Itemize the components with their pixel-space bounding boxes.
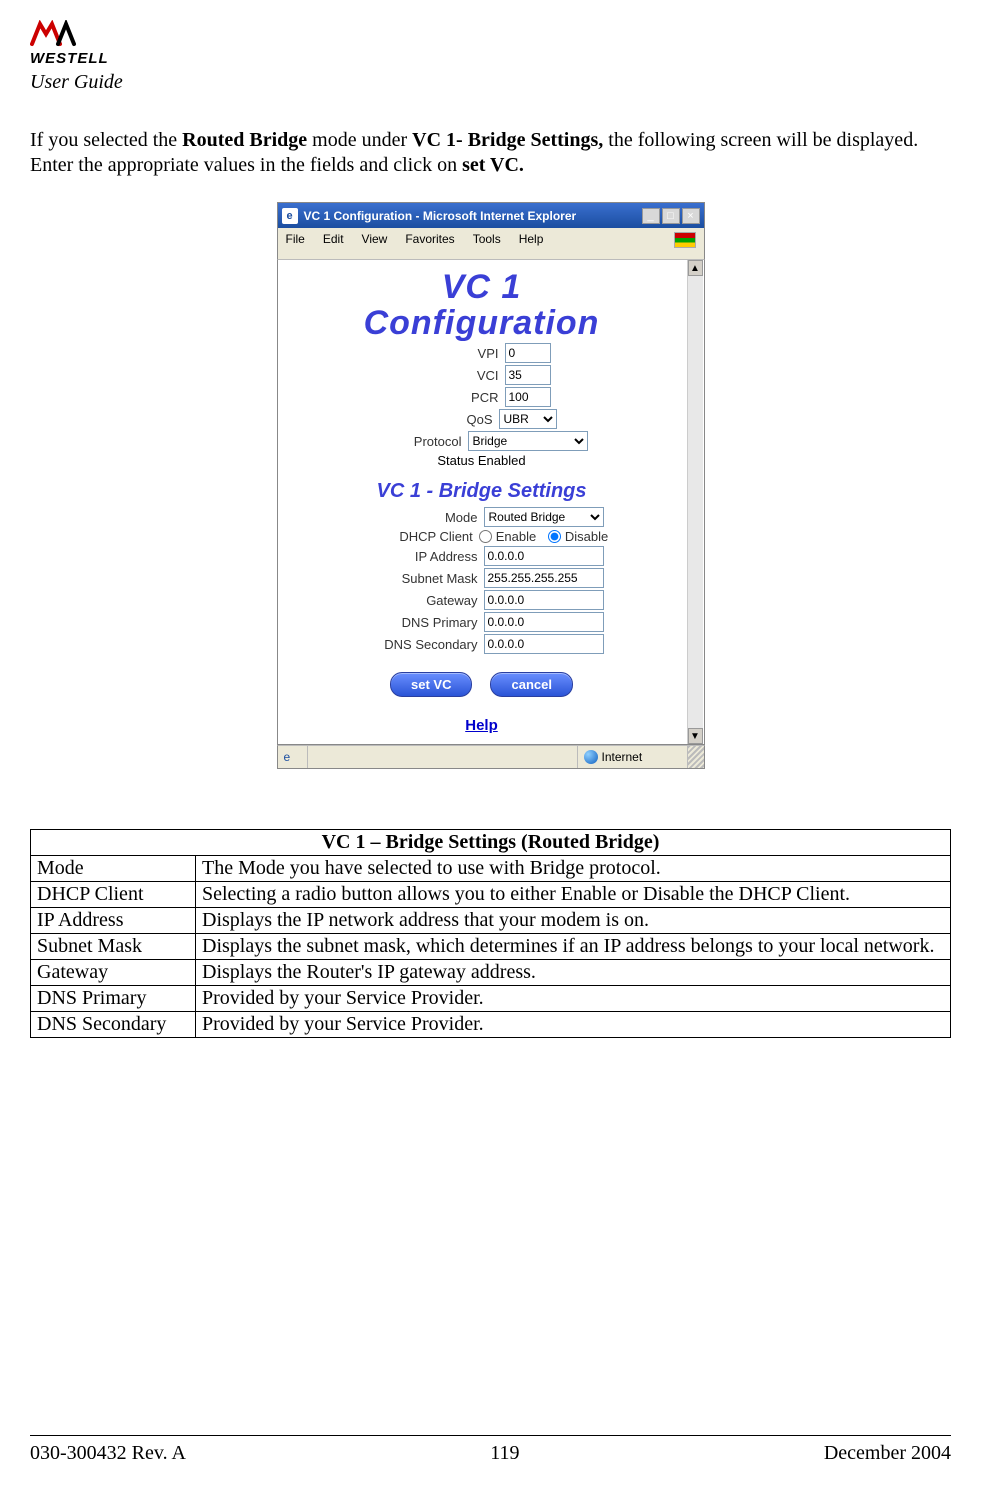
ip-input[interactable]	[484, 546, 604, 566]
status-empty	[308, 746, 578, 768]
ip-label: IP Address	[360, 549, 478, 564]
mask-label: Subnet Mask	[360, 571, 478, 586]
dns2-label: DNS Secondary	[360, 637, 478, 652]
westell-logo-icon	[30, 20, 78, 48]
close-button[interactable]: ×	[682, 208, 700, 224]
protocol-select[interactable]: Bridge	[468, 431, 588, 451]
footer-right: December 2004	[824, 1442, 951, 1465]
dhcp-enable-radio[interactable]	[479, 530, 492, 543]
scroll-down-button[interactable]: ▼	[688, 728, 703, 744]
dhcp-disable-text: Disable	[565, 529, 608, 544]
window-buttons: _ □ ×	[642, 208, 700, 224]
vertical-scrollbar[interactable]: ▲ ▼	[687, 260, 703, 744]
content-area: ▲ ▼ VC 1 Configuration VPI VCI PCR QoS U…	[277, 260, 705, 745]
status-zone: Internet	[578, 746, 688, 768]
mask-input[interactable]	[484, 568, 604, 588]
pcr-label: PCR	[413, 390, 499, 405]
menubar: File Edit View Favorites Tools Help	[277, 228, 705, 252]
page-header: WESTELL User Guide	[30, 20, 951, 94]
globe-icon	[584, 750, 598, 764]
protocol-label: Protocol	[376, 434, 462, 449]
config-title-2: Configuration	[284, 306, 680, 342]
dhcp-enable-text: Enable	[496, 529, 536, 544]
vpi-label: VPI	[413, 346, 499, 361]
intro-paragraph: If you selected the Routed Bridge mode u…	[30, 128, 951, 178]
vpi-input[interactable]	[505, 343, 551, 363]
gateway-label: Gateway	[360, 593, 478, 608]
config-title-1: VC 1	[284, 270, 680, 306]
status-row: Status Enabled	[284, 453, 680, 468]
footer-left: 030-300432 Rev. A	[30, 1442, 186, 1465]
status-ie-icon: e	[278, 746, 308, 768]
table-row: Subnet MaskDisplays the subnet mask, whi…	[31, 934, 951, 960]
menu-file[interactable]: File	[286, 232, 305, 248]
ie-icon: e	[282, 208, 298, 224]
table-row: IP AddressDisplays the IP network addres…	[31, 908, 951, 934]
menu-tools[interactable]: Tools	[473, 232, 501, 248]
resize-grip-icon[interactable]	[688, 746, 704, 768]
menu-edit[interactable]: Edit	[323, 232, 344, 248]
menu-view[interactable]: View	[362, 232, 388, 248]
qos-label: QoS	[407, 412, 493, 427]
table-row: DNS PrimaryProvided by your Service Prov…	[31, 986, 951, 1012]
user-guide-label: User Guide	[30, 71, 951, 94]
dns1-label: DNS Primary	[360, 615, 478, 630]
dns1-input[interactable]	[484, 612, 604, 632]
table-row: GatewayDisplays the Router's IP gateway …	[31, 960, 951, 986]
dhcp-disable-radio[interactable]	[548, 530, 561, 543]
titlebar: e VC 1 Configuration - Microsoft Interne…	[277, 202, 705, 228]
page-footer: 030-300432 Rev. A 119 December 2004	[30, 1435, 951, 1465]
maximize-button[interactable]: □	[662, 208, 680, 224]
vci-label: VCI	[413, 368, 499, 383]
logo-block: WESTELL	[30, 20, 170, 67]
toolbar-divider	[277, 252, 705, 260]
scroll-up-button[interactable]: ▲	[688, 260, 703, 276]
dhcp-label: DHCP Client	[355, 529, 473, 544]
footer-center: 119	[490, 1442, 519, 1465]
qos-select[interactable]: UBR	[499, 409, 557, 429]
brand-text: WESTELL	[30, 50, 170, 67]
table-row: DNS SecondaryProvided by your Service Pr…	[31, 1012, 951, 1038]
settings-table: VC 1 – Bridge Settings (Routed Bridge) M…	[30, 829, 951, 1038]
table-row: DHCP ClientSelecting a radio button allo…	[31, 882, 951, 908]
mode-select[interactable]: Routed Bridge	[484, 507, 604, 527]
set-vc-button[interactable]: set VC	[390, 672, 472, 697]
menu-favorites[interactable]: Favorites	[405, 232, 454, 248]
table-row: ModeThe Mode you have selected to use wi…	[31, 856, 951, 882]
help-link[interactable]: Help	[284, 717, 680, 734]
statusbar: e Internet	[277, 745, 705, 769]
bridge-settings-title: VC 1 - Bridge Settings	[284, 480, 680, 503]
menu-help[interactable]: Help	[519, 232, 544, 248]
browser-window: e VC 1 Configuration - Microsoft Interne…	[277, 202, 705, 769]
table-caption: VC 1 – Bridge Settings (Routed Bridge)	[31, 830, 951, 856]
windows-flag-icon	[674, 232, 696, 248]
window-title: VC 1 Configuration - Microsoft Internet …	[304, 209, 642, 223]
mode-label: Mode	[360, 510, 478, 525]
dns2-input[interactable]	[484, 634, 604, 654]
minimize-button[interactable]: _	[642, 208, 660, 224]
pcr-input[interactable]	[505, 387, 551, 407]
cancel-button[interactable]: cancel	[490, 672, 572, 697]
gateway-input[interactable]	[484, 590, 604, 610]
vci-input[interactable]	[505, 365, 551, 385]
